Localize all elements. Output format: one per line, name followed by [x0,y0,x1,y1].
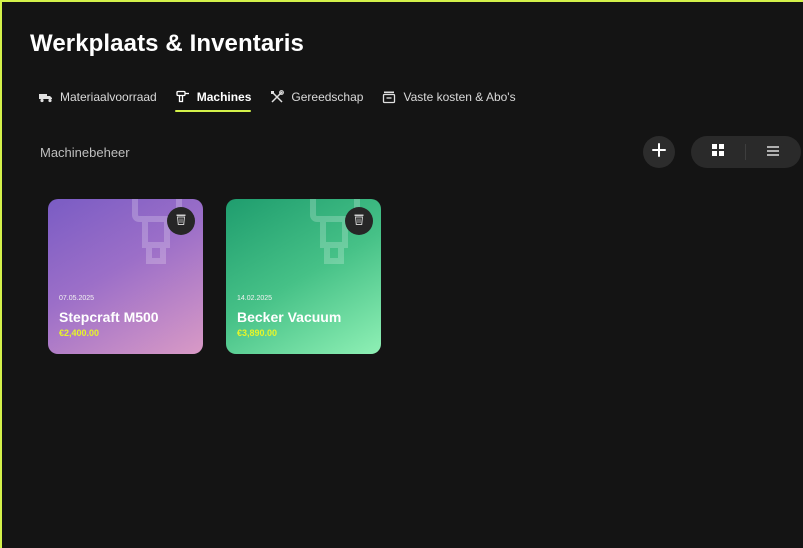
tab-bar: Materiaalvoorraad Machines Gereedschap V… [38,90,534,118]
machine-card[interactable]: 14.02.2025 Becker Vacuum €3,890.00 [226,199,381,354]
machine-date: 14.02.2025 [237,295,273,302]
section-title: Machinebeheer [40,145,130,160]
box-icon [381,90,397,104]
tab-vaste-kosten[interactable]: Vaste kosten & Abo's [381,90,516,112]
grid-view-button[interactable] [691,136,745,168]
view-toggle [691,136,801,168]
tab-label: Materiaalvoorraad [60,90,157,104]
machine-name: Stepcraft M500 [59,309,159,325]
list-icon [767,143,779,161]
delete-button[interactable] [345,207,373,235]
machine-price: €2,400.00 [59,328,100,338]
tab-materiaalvoorraad[interactable]: Materiaalvoorraad [38,90,157,112]
add-machine-button[interactable] [643,136,675,168]
grid-icon [712,143,724,161]
truck-icon [38,90,54,104]
delete-button[interactable] [167,207,195,235]
trash-icon [354,212,364,230]
machine-name: Becker Vacuum [237,309,342,325]
machine-price: €3,890.00 [237,328,278,338]
list-view-button[interactable] [746,136,800,168]
machine-card[interactable]: 07.05.2025 Stepcraft M500 €2,400.00 [48,199,203,354]
machine-date: 07.05.2025 [59,295,95,302]
drill-icon [175,90,191,104]
page-title: Werkplaats & Inventaris [30,30,304,57]
tab-label: Gereedschap [291,90,364,104]
tab-machines[interactable]: Machines [174,90,252,112]
trash-icon [176,212,186,230]
plus-icon [652,142,666,162]
app-frame: Werkplaats & Inventaris Materiaalvoorraa… [0,0,803,548]
tab-label: Machines [196,90,252,104]
tab-gereedschap[interactable]: Gereedschap [269,90,363,112]
tools-icon [269,90,285,104]
tab-label: Vaste kosten & Abo's [403,90,516,104]
